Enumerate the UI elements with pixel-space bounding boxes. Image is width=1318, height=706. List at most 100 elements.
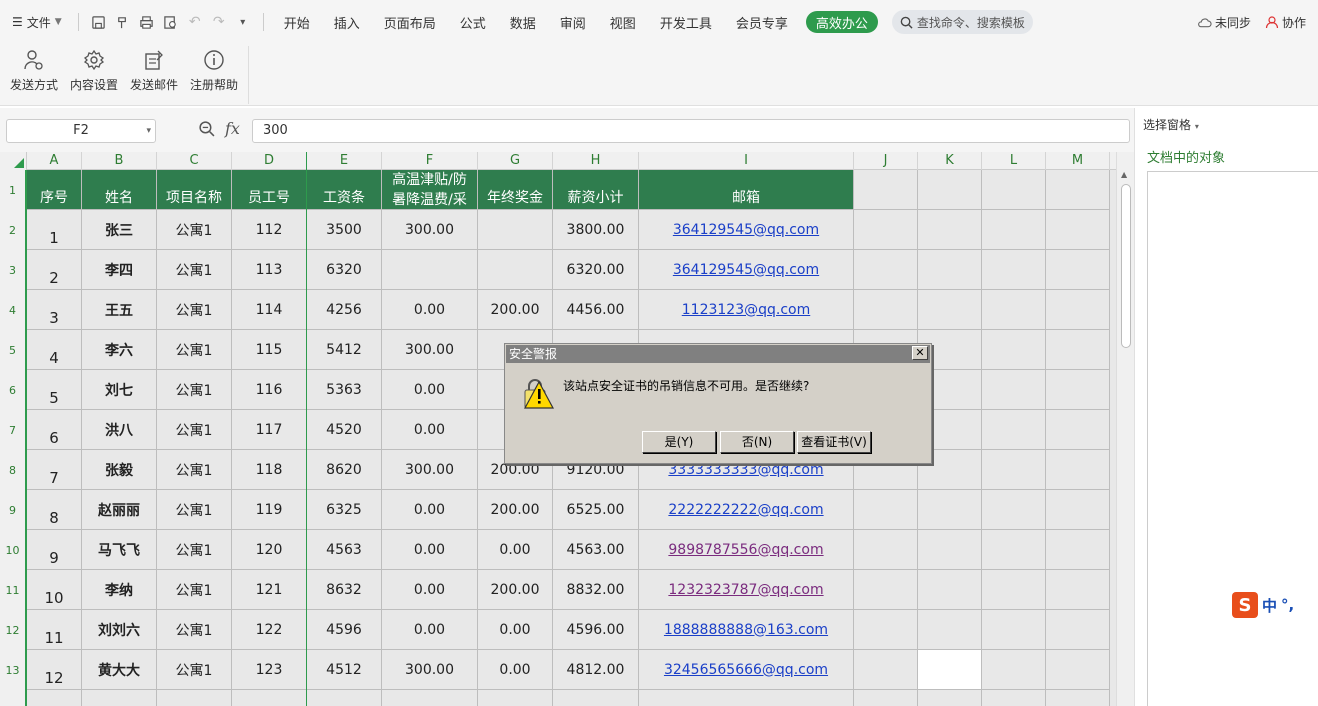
column-header[interactable]: A xyxy=(27,152,82,170)
table-cell[interactable]: 4596 xyxy=(307,610,382,650)
command-search[interactable]: 查找命令、搜索模板 xyxy=(891,10,1033,34)
column-header[interactable]: G xyxy=(478,152,553,170)
empty-cell[interactable] xyxy=(27,690,82,706)
collab-button[interactable]: 协作 xyxy=(1265,14,1306,31)
table-cell[interactable]: 刘刘六 xyxy=(82,610,157,650)
email-link[interactable]: 32456565666@qq.com xyxy=(639,650,854,690)
table-cell[interactable]: 200.00 xyxy=(478,570,553,610)
empty-cell[interactable] xyxy=(854,530,918,570)
row-header[interactable]: 13 xyxy=(0,664,25,677)
ime-toolbar[interactable]: S 中 °, xyxy=(1232,592,1318,618)
email-link[interactable]: 1888888888@163.com xyxy=(639,610,854,650)
row-header[interactable]: 12 xyxy=(0,624,25,637)
email-link[interactable]: 1232323787@qq.com xyxy=(639,570,854,610)
empty-cell[interactable] xyxy=(553,690,639,706)
row-header[interactable]: 10 xyxy=(0,544,25,557)
empty-cell[interactable] xyxy=(918,570,982,610)
table-cell[interactable]: 0.00 xyxy=(478,650,553,690)
column-header[interactable]: L xyxy=(982,152,1046,170)
table-cell[interactable]: 8620 xyxy=(307,450,382,490)
table-cell[interactable]: 0.00 xyxy=(382,610,478,650)
table-cell[interactable]: 10 xyxy=(27,570,82,610)
empty-cell[interactable] xyxy=(854,250,918,290)
empty-cell[interactable] xyxy=(982,650,1046,690)
empty-cell[interactable] xyxy=(854,650,918,690)
empty-cell[interactable] xyxy=(639,690,854,706)
email-link[interactable]: 2222222222@qq.com xyxy=(639,490,854,530)
column-header[interactable]: E xyxy=(307,152,382,170)
empty-cell[interactable] xyxy=(982,570,1046,610)
empty-cell[interactable] xyxy=(1046,170,1110,210)
table-cell[interactable]: 赵丽丽 xyxy=(82,490,157,530)
row-header[interactable]: 9 xyxy=(0,504,25,517)
empty-cell[interactable] xyxy=(982,450,1046,490)
table-cell[interactable]: 公寓1 xyxy=(157,490,232,530)
undo-icon[interactable]: ↶ xyxy=(183,10,207,34)
send-mail-button[interactable]: 发送邮件 xyxy=(124,44,184,106)
table-cell[interactable]: 7 xyxy=(27,450,82,490)
no-button[interactable]: 否(N) xyxy=(720,431,794,453)
empty-cell[interactable] xyxy=(982,330,1046,370)
table-cell[interactable]: 120 xyxy=(232,530,307,570)
table-cell[interactable]: 张毅 xyxy=(82,450,157,490)
table-cell[interactable]: 5412 xyxy=(307,330,382,370)
table-cell[interactable]: 3 xyxy=(27,290,82,330)
tab-insert[interactable]: 插入 xyxy=(322,0,372,44)
table-cell[interactable]: 1 xyxy=(27,210,82,250)
table-cell[interactable]: 公寓1 xyxy=(157,250,232,290)
close-icon[interactable]: ✕ xyxy=(912,346,928,360)
table-cell[interactable]: 300.00 xyxy=(382,210,478,250)
empty-cell[interactable] xyxy=(982,410,1046,450)
table-cell[interactable]: 112 xyxy=(232,210,307,250)
table-cell[interactable]: 123 xyxy=(232,650,307,690)
table-cell[interactable]: 300.00 xyxy=(382,450,478,490)
table-cell[interactable]: 4563.00 xyxy=(553,530,639,570)
table-cell[interactable]: 6325 xyxy=(307,490,382,530)
table-cell[interactable]: 0.00 xyxy=(382,410,478,450)
table-cell[interactable]: 公寓1 xyxy=(157,650,232,690)
header-cell[interactable]: 序号 xyxy=(27,170,82,210)
customize-toolbar-icon[interactable]: ▾ xyxy=(231,10,255,34)
table-cell[interactable]: 李六 xyxy=(82,330,157,370)
empty-cell[interactable] xyxy=(854,210,918,250)
table-cell[interactable]: 公寓1 xyxy=(157,450,232,490)
empty-cell[interactable] xyxy=(982,490,1046,530)
empty-cell[interactable] xyxy=(232,690,307,706)
table-cell[interactable]: 116 xyxy=(232,370,307,410)
table-cell[interactable]: 公寓1 xyxy=(157,210,232,250)
empty-cell[interactable] xyxy=(1046,330,1110,370)
tab-formulas[interactable]: 公式 xyxy=(448,0,498,44)
scroll-up-icon[interactable]: ▲ xyxy=(1121,170,1127,179)
table-cell[interactable]: 5 xyxy=(27,370,82,410)
row-header[interactable]: 1 xyxy=(0,184,25,197)
empty-cell[interactable] xyxy=(1046,210,1110,250)
header-cell[interactable]: 高温津贴/防 暑降温费/采 xyxy=(382,170,478,210)
tab-page-layout[interactable]: 页面布局 xyxy=(372,0,448,44)
empty-cell[interactable] xyxy=(854,690,918,706)
table-cell[interactable]: 4596.00 xyxy=(553,610,639,650)
column-header[interactable]: C xyxy=(157,152,232,170)
table-cell[interactable]: 3800.00 xyxy=(553,210,639,250)
row-header[interactable]: 7 xyxy=(0,424,25,437)
table-cell[interactable]: 6525.00 xyxy=(553,490,639,530)
row-header[interactable]: 2 xyxy=(0,224,25,237)
column-header[interactable]: J xyxy=(854,152,918,170)
table-cell[interactable]: 115 xyxy=(232,330,307,370)
column-header[interactable]: H xyxy=(553,152,639,170)
empty-cell[interactable] xyxy=(1046,370,1110,410)
table-cell[interactable]: 4 xyxy=(27,330,82,370)
empty-cell[interactable] xyxy=(854,570,918,610)
tab-home[interactable]: 开始 xyxy=(272,0,322,44)
empty-cell[interactable] xyxy=(918,490,982,530)
table-cell[interactable]: 4512 xyxy=(307,650,382,690)
print-preview-icon[interactable] xyxy=(159,10,183,34)
send-method-button[interactable]: 发送方式 xyxy=(4,44,64,106)
table-cell[interactable]: 0.00 xyxy=(478,610,553,650)
table-cell[interactable]: 114 xyxy=(232,290,307,330)
tab-view[interactable]: 视图 xyxy=(598,0,648,44)
email-link[interactable]: 1123123@qq.com xyxy=(639,290,854,330)
row-header[interactable]: 11 xyxy=(0,584,25,597)
empty-cell[interactable] xyxy=(382,690,478,706)
table-cell[interactable]: 王五 xyxy=(82,290,157,330)
table-cell[interactable]: 9 xyxy=(27,530,82,570)
